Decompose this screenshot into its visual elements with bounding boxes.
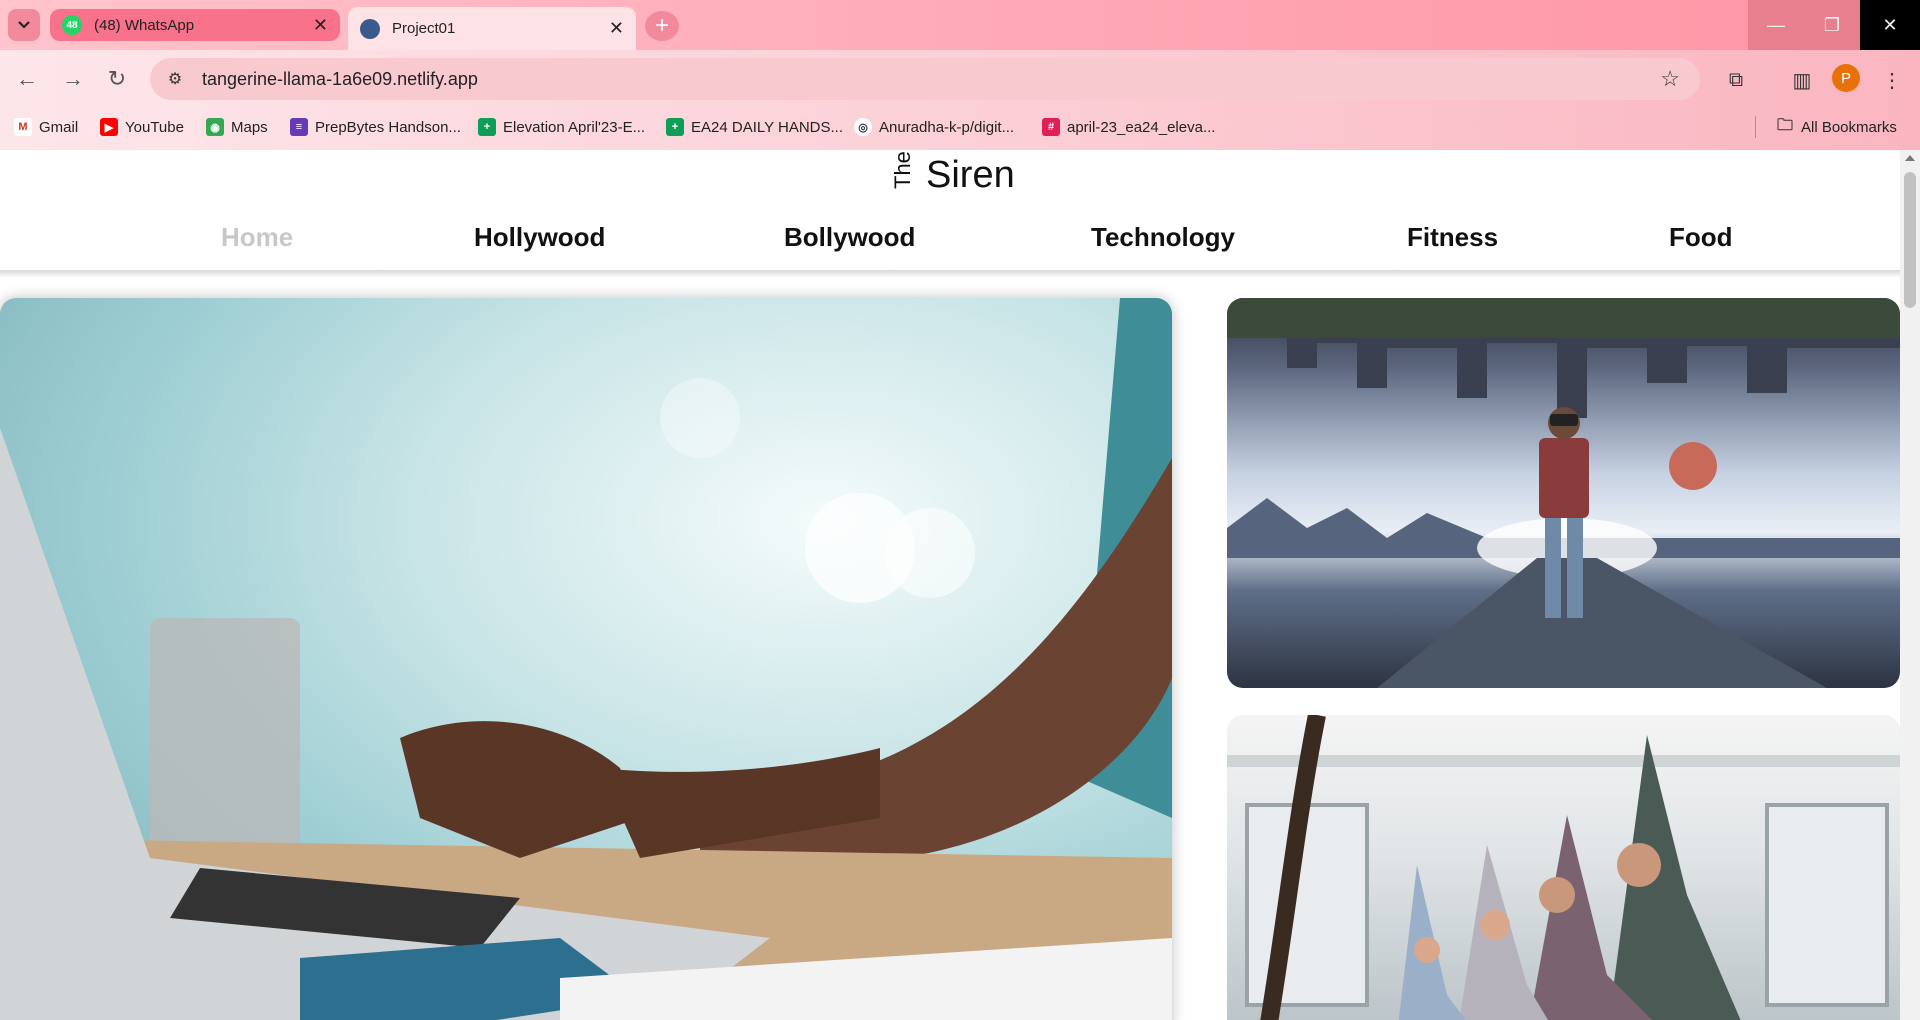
slack-icon: # — [1042, 118, 1060, 136]
tab-whatsapp[interactable]: 48 (48) WhatsApp ✕ — [50, 9, 340, 41]
back-button[interactable]: ← — [14, 66, 40, 92]
tab-search-button[interactable] — [8, 9, 40, 41]
bookmark-ea24[interactable]: + EA24 DAILY HANDS... — [666, 118, 843, 136]
sheets-icon: + — [478, 118, 496, 136]
nav-technology[interactable]: Technology — [1091, 222, 1235, 253]
bookmark-github[interactable]: ◎ Anuradha-k-p/digit... — [854, 118, 1014, 136]
bookmark-label: Elevation April'23-E... — [503, 118, 646, 136]
bookmark-slack[interactable]: # april-23_ea24_eleva... — [1042, 118, 1215, 136]
nav-divider — [0, 270, 1900, 278]
side-panel-icon[interactable]: ▥ — [1788, 66, 1816, 94]
bookmark-label: Anuradha-k-p/digit... — [879, 118, 1015, 136]
whatsapp-icon: 48 — [62, 15, 82, 35]
close-tab-icon[interactable]: ✕ — [313, 15, 328, 36]
bookmark-prepbytes[interactable]: ≡ PrepBytes Handson... — [290, 118, 461, 136]
maps-icon: ◉ — [206, 118, 224, 136]
vr-city-illustration — [1227, 298, 1900, 688]
browser-toolbar: ← → ↻ ⚙ tangerine-llama-1a6e09.netlify.a… — [0, 50, 1920, 108]
reload-button[interactable]: ↻ — [104, 66, 130, 92]
card-image-fitness[interactable] — [1227, 715, 1900, 1020]
browser-title-bar: 48 (48) WhatsApp ✕ Project01 ✕ + — ❐ ✕ — [0, 0, 1920, 50]
logo-siren: Siren — [926, 154, 1015, 196]
extensions-icon[interactable]: ⧉ — [1722, 66, 1750, 94]
profile-avatar[interactable]: P — [1832, 64, 1860, 92]
bookmark-label: Gmail — [39, 118, 79, 136]
minimize-button[interactable]: — — [1748, 0, 1804, 50]
card-image-vr[interactable] — [1227, 298, 1900, 688]
forward-button[interactable]: → — [60, 66, 86, 92]
menu-kebab-icon[interactable]: ⋮ — [1878, 66, 1906, 94]
bookmark-label: YouTube — [125, 118, 184, 136]
nav-bollywood[interactable]: Bollywood — [784, 222, 915, 253]
bookmarks-bar: M Gmail ▶ YouTube ◉ Maps ≡ PrepBytes Handson… — [0, 108, 1920, 150]
bookmark-maps[interactable]: ◉ Maps — [206, 118, 268, 136]
tab-title: Project01 — [392, 20, 456, 37]
tab-project01[interactable]: Project01 ✕ — [348, 7, 636, 50]
arrow-right-icon: → — [62, 66, 84, 91]
nav-home[interactable]: Home — [221, 222, 293, 253]
restore-icon: ❐ — [1823, 14, 1841, 35]
nav-hollywood[interactable]: Hollywood — [474, 222, 605, 253]
fitness-class-illustration — [1227, 715, 1900, 1020]
bookmarks-divider — [1755, 116, 1756, 138]
bookmark-gmail[interactable]: M Gmail — [14, 118, 78, 136]
bookmark-label: EA24 DAILY HANDS... — [691, 118, 844, 136]
bookmark-label: All Bookmarks — [1801, 118, 1897, 136]
restore-button[interactable]: ❐ — [1804, 0, 1860, 50]
bookmark-label: PrepBytes Handson... — [315, 118, 461, 136]
chevron-down-icon — [18, 21, 30, 29]
page-scrollbar[interactable] — [1900, 150, 1920, 1020]
site-info-icon[interactable]: ⚙ — [162, 66, 188, 92]
scroll-up-icon[interactable] — [1905, 155, 1915, 161]
url-text[interactable]: tangerine-llama-1a6e09.netlify.app — [202, 69, 478, 90]
site-nav: Home Hollywood Bollywood Technology Fitn… — [0, 216, 1900, 276]
nav-fitness[interactable]: Fitness — [1407, 222, 1498, 253]
laptop-typing-illustration — [0, 298, 1172, 1020]
plus-icon: + — [654, 12, 669, 39]
sheets-icon: + — [666, 118, 684, 136]
close-tab-icon[interactable]: ✕ — [609, 18, 624, 39]
bookmark-star-icon[interactable]: ☆ — [1660, 66, 1680, 92]
new-tab-button[interactable]: + — [645, 11, 679, 41]
minimize-icon: — — [1767, 14, 1785, 35]
all-bookmarks[interactable]: 🗀 All Bookmarks — [1776, 116, 1897, 136]
tab-title: (48) WhatsApp — [94, 16, 195, 34]
avatar-favicon-icon — [360, 18, 380, 39]
gmail-icon: M — [14, 118, 32, 136]
bookmark-elevation[interactable]: + Elevation April'23-E... — [478, 118, 645, 136]
nav-food[interactable]: Food — [1669, 222, 1733, 253]
hero-image-laptop[interactable] — [0, 298, 1172, 1020]
logo-the: The — [890, 151, 915, 189]
arrow-left-icon: ← — [16, 66, 38, 91]
site-logo[interactable]: The Siren — [890, 151, 1015, 197]
folder-icon: 🗀 — [1776, 116, 1793, 134]
address-bar[interactable]: ⚙ tangerine-llama-1a6e09.netlify.app ☆ — [150, 58, 1700, 100]
web-page: The Siren Home Hollywood Bollywood Techn… — [0, 150, 1920, 1020]
bookmark-youtube[interactable]: ▶ YouTube — [100, 118, 184, 136]
prepbytes-icon: ≡ — [290, 118, 308, 136]
reload-icon: ↻ — [107, 66, 127, 91]
bookmark-label: Maps — [231, 118, 268, 136]
github-icon: ◎ — [854, 118, 872, 136]
youtube-icon: ▶ — [100, 118, 118, 136]
close-window-button[interactable]: ✕ — [1862, 0, 1918, 50]
close-icon: ✕ — [1882, 14, 1898, 35]
bookmark-label: april-23_ea24_eleva... — [1067, 118, 1216, 136]
scrollbar-thumb[interactable] — [1904, 172, 1916, 308]
